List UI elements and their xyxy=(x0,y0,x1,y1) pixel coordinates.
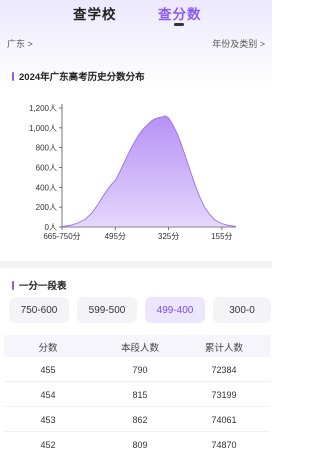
header-score: 分数 xyxy=(38,343,58,354)
y-tick-label: 1,000人 xyxy=(29,124,57,133)
chart-title-text: 2024年广东高考历史分数分布 xyxy=(19,72,145,83)
cell-score: 455 xyxy=(40,365,56,375)
title-accent xyxy=(12,280,14,290)
cell-cumulative: 74870 xyxy=(211,440,237,450)
x-tick-label: 325分 xyxy=(158,232,179,241)
range-selector: 750-600 599-500 499-400 300-0 xyxy=(0,297,272,324)
cell-count: 809 xyxy=(132,440,148,450)
score-distribution-chart: 0人 200人 400人 600人 800人 1,000人 1,200人 665-750分 49… xyxy=(29,104,237,241)
header-cumulative: 累计人数 xyxy=(204,343,243,354)
cell-score: 454 xyxy=(40,390,56,400)
cell-cumulative: 73199 xyxy=(211,390,237,400)
cell-cumulative: 74061 xyxy=(211,415,237,425)
table-title: 一分一段表 xyxy=(12,278,67,292)
title-accent xyxy=(12,71,14,81)
cell-count: 815 xyxy=(132,390,148,400)
range-button[interactable]: 750-600 xyxy=(9,297,69,323)
cell-count: 862 xyxy=(132,415,148,425)
table-row: 452 809 74870 xyxy=(4,432,270,454)
year-category-filter[interactable]: 年份及类别 > xyxy=(212,37,265,50)
y-tick-label: 600人 xyxy=(36,164,57,173)
table-row: 453 862 74061 xyxy=(4,407,270,432)
cell-count: 790 xyxy=(132,365,148,375)
chart-title: 2024年广东高考历史分数分布 xyxy=(12,69,145,83)
tab-score[interactable]: 查分数 xyxy=(158,3,202,23)
cell-score: 452 xyxy=(40,440,56,450)
range-button-active[interactable]: 499-400 xyxy=(145,297,205,323)
filter-bar: 广东 > 年份及类别 > xyxy=(0,37,272,51)
cell-score: 453 xyxy=(40,415,56,425)
x-tick-label: 665-750分 xyxy=(43,232,80,241)
y-tick-label: 200人 xyxy=(36,203,57,212)
y-tick-label: 0人 xyxy=(45,223,57,232)
range-button[interactable]: 599-500 xyxy=(77,297,137,323)
table-row: 455 790 72384 xyxy=(4,357,270,382)
y-tick-label: 400人 xyxy=(36,183,57,192)
active-tab-indicator xyxy=(174,23,184,26)
y-tick-label: 1,200人 xyxy=(29,104,57,113)
x-tick-label: 495分 xyxy=(105,232,126,241)
tab-school[interactable]: 查学校 xyxy=(73,3,117,23)
series-area xyxy=(62,115,236,227)
table-header: 分数 本段人数 累计人数 xyxy=(4,335,270,357)
table-row: 454 815 73199 xyxy=(4,382,270,407)
table-title-text: 一分一段表 xyxy=(19,281,67,292)
cell-cumulative: 72384 xyxy=(211,365,237,375)
x-tick-label: 155分 xyxy=(211,232,232,241)
y-tick-label: 800人 xyxy=(36,144,57,153)
region-filter[interactable]: 广东 > xyxy=(7,37,33,50)
range-button[interactable]: 300-0 xyxy=(213,297,271,323)
top-tabs: 查学校 查分数 xyxy=(0,0,272,30)
header-count: 本段人数 xyxy=(120,343,159,354)
section-divider xyxy=(0,261,272,268)
